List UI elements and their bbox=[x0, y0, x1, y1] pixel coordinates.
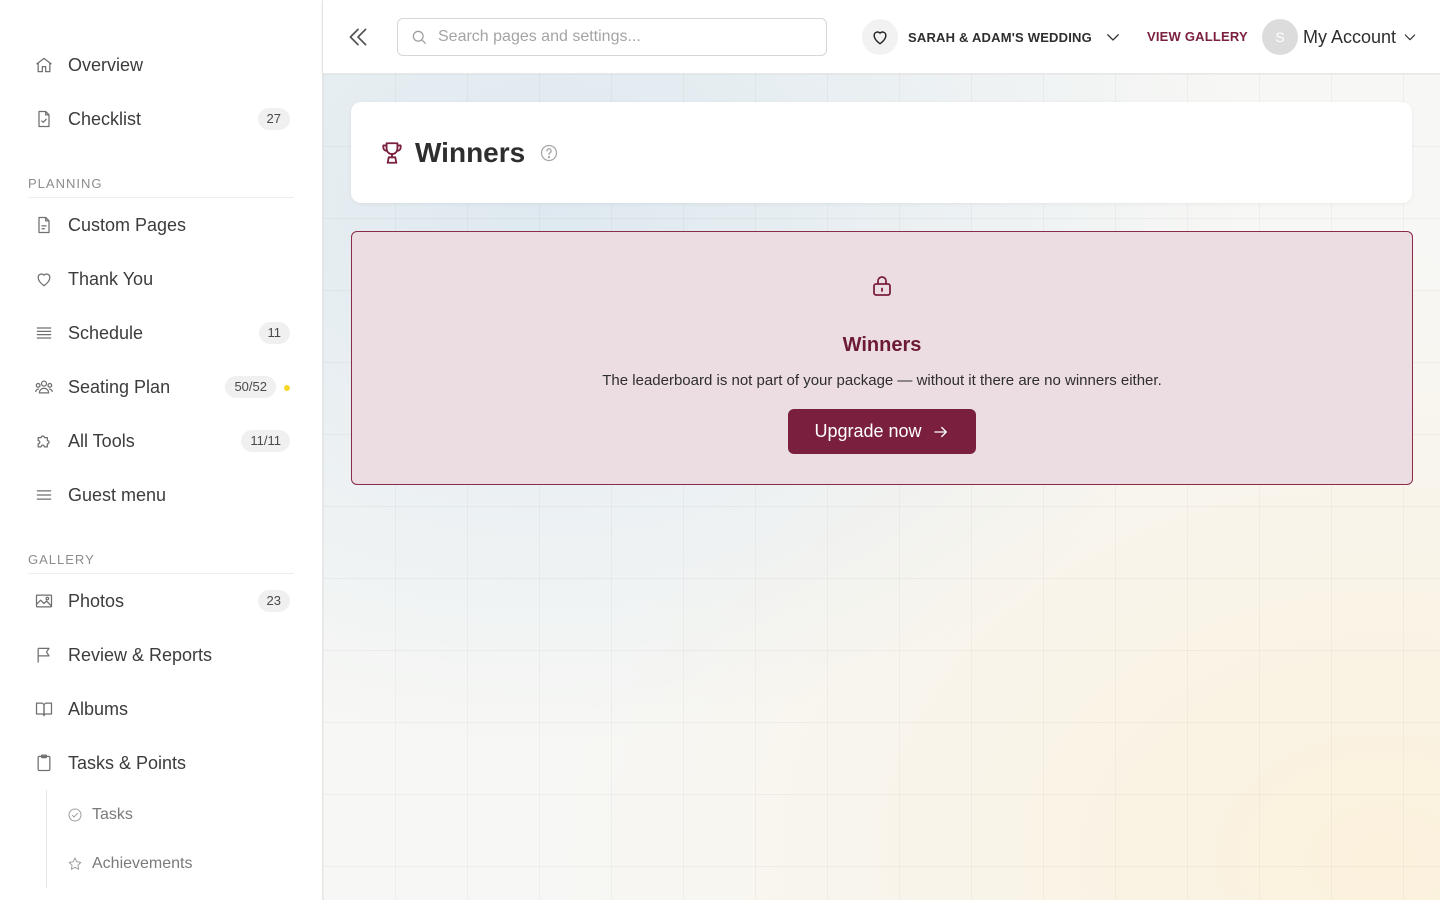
locked-heading: Winners bbox=[842, 334, 922, 356]
home-icon bbox=[33, 54, 55, 76]
image-icon bbox=[33, 590, 55, 612]
sidebar-subitem-label: Tasks bbox=[92, 805, 133, 823]
chevron-down-icon bbox=[1107, 34, 1119, 41]
people-icon bbox=[33, 376, 55, 398]
sidebar: Overview Checklist 27 PLANNING Custom Pa… bbox=[0, 0, 323, 900]
chevron-down-icon bbox=[1404, 34, 1416, 41]
arrow-right-icon bbox=[933, 426, 947, 437]
search-box[interactable] bbox=[397, 18, 827, 56]
section-title-gallery: GALLERY bbox=[28, 540, 294, 574]
sidebar-item-checklist[interactable]: Checklist 27 bbox=[0, 92, 322, 146]
view-gallery-link[interactable]: VIEW GALLERY bbox=[1147, 29, 1248, 44]
sidebar-item-albums[interactable]: Albums bbox=[0, 682, 322, 736]
count-badge: 23 bbox=[257, 590, 290, 612]
sidebar-item-label: Albums bbox=[68, 698, 129, 719]
sidebar-item-photos[interactable]: Photos 23 bbox=[0, 574, 322, 628]
sidebar-item-label: Schedule bbox=[68, 322, 144, 343]
sidebar-item-all-tools[interactable]: All Tools 11/11 bbox=[0, 414, 322, 468]
sidebar-item-label: Custom Pages bbox=[68, 214, 187, 235]
sidebar-item-tasks-points[interactable]: Tasks & Points bbox=[0, 736, 322, 790]
sidebar-item-thank-you[interactable]: Thank You bbox=[0, 252, 322, 306]
count-badge: 27 bbox=[257, 108, 290, 130]
status-dot bbox=[284, 385, 290, 391]
event-switcher[interactable]: SARAH & ADAM'S WEDDING bbox=[862, 18, 1122, 56]
count-badge: 11/11 bbox=[241, 430, 290, 452]
page-title: Winners bbox=[415, 136, 526, 168]
sidebar-subitem-achievements[interactable]: Achievements bbox=[47, 839, 322, 888]
sidebar-item-schedule[interactable]: Schedule 11 bbox=[0, 306, 322, 360]
heart-icon bbox=[33, 268, 55, 290]
locked-message: The leaderboard is not part of your pack… bbox=[602, 372, 1162, 389]
sub-menu-tasks-points: Tasks Achievements bbox=[46, 790, 322, 888]
sidebar-item-guest-menu[interactable]: Guest menu bbox=[0, 468, 322, 522]
collapse-sidebar-icon[interactable] bbox=[345, 24, 371, 50]
sidebar-item-label: Review & Reports bbox=[68, 644, 213, 665]
page-header-card: Winners bbox=[351, 102, 1412, 203]
account-menu[interactable]: S My Account bbox=[1262, 19, 1418, 55]
sidebar-item-review-reports[interactable]: Review & Reports bbox=[0, 628, 322, 682]
event-name: SARAH & ADAM'S WEDDING bbox=[908, 29, 1092, 45]
menu-icon bbox=[33, 484, 55, 506]
help-icon[interactable] bbox=[539, 143, 559, 163]
sidebar-item-label: All Tools bbox=[68, 430, 135, 451]
sidebar-item-label: Thank You bbox=[68, 268, 154, 289]
page-icon bbox=[33, 214, 55, 236]
sidebar-item-label: Tasks & Points bbox=[68, 752, 187, 773]
sidebar-item-label: Guest menu bbox=[68, 484, 167, 505]
sidebar-item-label: Photos bbox=[68, 590, 125, 611]
sidebar-item-label: Seating Plan bbox=[68, 376, 171, 397]
sidebar-item-custom-pages[interactable]: Custom Pages bbox=[0, 198, 322, 252]
check-circle-icon bbox=[66, 806, 84, 824]
upgrade-button-label: Upgrade now bbox=[814, 421, 922, 441]
top-bar: SARAH & ADAM'S WEDDING VIEW GALLERY S My… bbox=[323, 0, 1440, 74]
star-icon bbox=[66, 855, 84, 873]
trophy-icon bbox=[382, 141, 402, 164]
sidebar-subitem-label: Achievements bbox=[92, 854, 193, 872]
search-icon bbox=[412, 30, 426, 44]
search-input[interactable] bbox=[438, 28, 808, 46]
count-badge: 11 bbox=[258, 322, 290, 344]
section-title-planning: PLANNING bbox=[28, 164, 294, 198]
locked-feature-card: Winners The leaderboard is not part of y… bbox=[351, 231, 1413, 485]
heart-icon bbox=[862, 19, 898, 55]
avatar: S bbox=[1262, 19, 1298, 55]
sidebar-item-label: Checklist bbox=[68, 108, 142, 129]
main-content: Winners Winners The leaderboard is not p… bbox=[323, 74, 1440, 900]
sidebar-item-overview[interactable]: Overview bbox=[0, 38, 322, 92]
clipboard-icon bbox=[33, 752, 55, 774]
sidebar-subitem-tasks[interactable]: Tasks bbox=[47, 790, 322, 839]
book-icon bbox=[33, 698, 55, 720]
upgrade-now-button[interactable]: Upgrade now bbox=[788, 409, 976, 454]
account-label: My Account bbox=[1303, 26, 1397, 47]
schedule-icon bbox=[33, 322, 55, 344]
count-badge: 50/52 bbox=[225, 376, 276, 398]
puzzle-icon bbox=[33, 430, 55, 452]
flag-icon bbox=[33, 644, 55, 666]
sidebar-item-seating-plan[interactable]: Seating Plan 50/52 bbox=[0, 360, 322, 414]
sidebar-item-label: Overview bbox=[68, 54, 144, 75]
lock-icon bbox=[873, 276, 891, 296]
checklist-icon bbox=[33, 108, 55, 130]
